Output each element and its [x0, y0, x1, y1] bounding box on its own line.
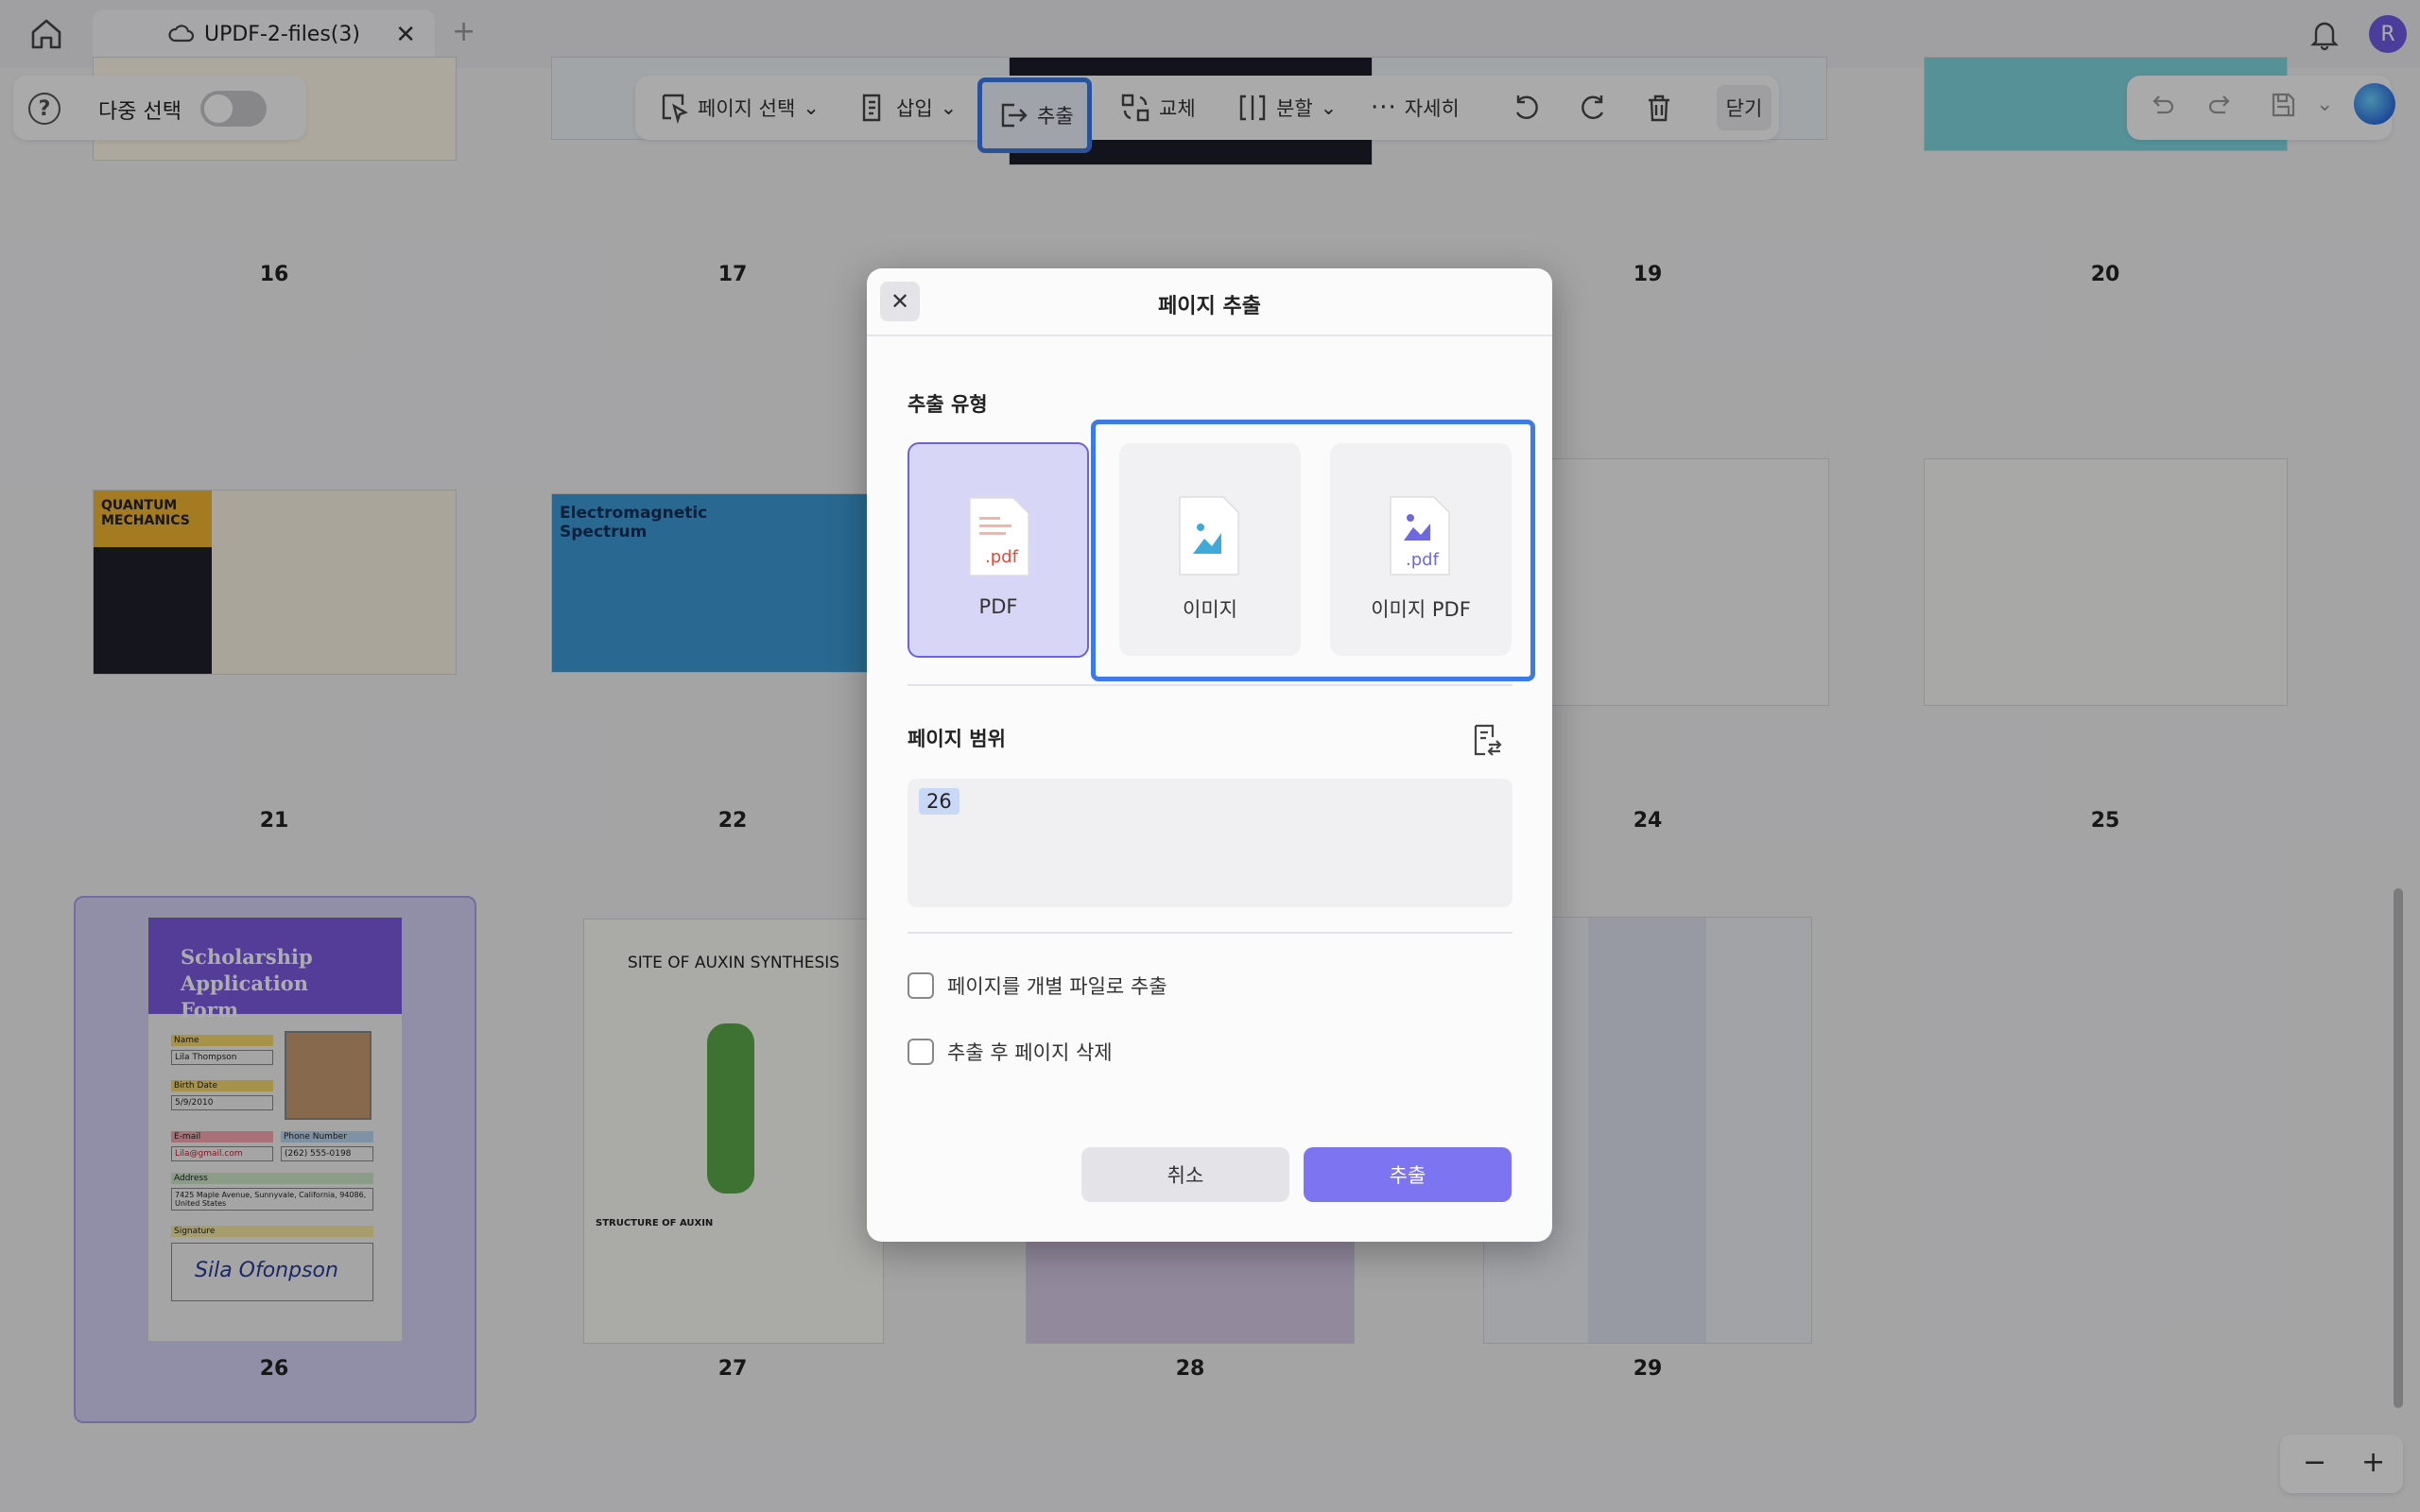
type-option-image[interactable]: 이미지: [1119, 443, 1301, 656]
divider: [908, 684, 1512, 686]
extract-pages-dialog: ✕ 페이지 추출 추출 유형 .pdf PDF 이미지 .pdf 이미지 PDF…: [867, 268, 1552, 1242]
pdf-file-icon: .pdf: [966, 496, 1032, 577]
image-file-icon: [1176, 495, 1242, 576]
page-range-chip[interactable]: 26: [919, 788, 959, 815]
type-option-label: 이미지: [1119, 594, 1301, 623]
page-range-settings-icon[interactable]: [1470, 722, 1504, 762]
cancel-button[interactable]: 취소: [1081, 1147, 1289, 1202]
option-delete-after[interactable]: 추출 후 페이지 삭제: [908, 1038, 1113, 1066]
dialog-title: 페이지 추출: [867, 289, 1552, 319]
page-range-input[interactable]: 26: [908, 779, 1512, 907]
type-option-label: 이미지 PDF: [1330, 594, 1512, 623]
pdf-badge: .pdf: [1406, 550, 1440, 570]
dialog-header: ✕ 페이지 추출: [867, 268, 1552, 336]
extract-type-label: 추출 유형: [908, 389, 988, 418]
image-pdf-file-icon: .pdf: [1387, 495, 1453, 576]
delete-after-label: 추출 후 페이지 삭제: [947, 1038, 1113, 1066]
delete-after-checkbox[interactable]: [908, 1039, 934, 1065]
separate-files-label: 페이지를 개별 파일로 추출: [947, 971, 1167, 1000]
type-option-label: PDF: [909, 595, 1087, 618]
type-option-pdf[interactable]: .pdf PDF: [908, 442, 1089, 658]
separate-files-checkbox[interactable]: [908, 972, 934, 999]
option-separate-files[interactable]: 페이지를 개별 파일로 추출: [908, 971, 1167, 1000]
type-option-image-pdf[interactable]: .pdf 이미지 PDF: [1330, 443, 1512, 656]
divider: [908, 932, 1512, 934]
page-range-label: 페이지 범위: [908, 724, 1006, 752]
pdf-badge: .pdf: [985, 547, 1019, 567]
extract-confirm-button[interactable]: 추출: [1304, 1147, 1512, 1202]
